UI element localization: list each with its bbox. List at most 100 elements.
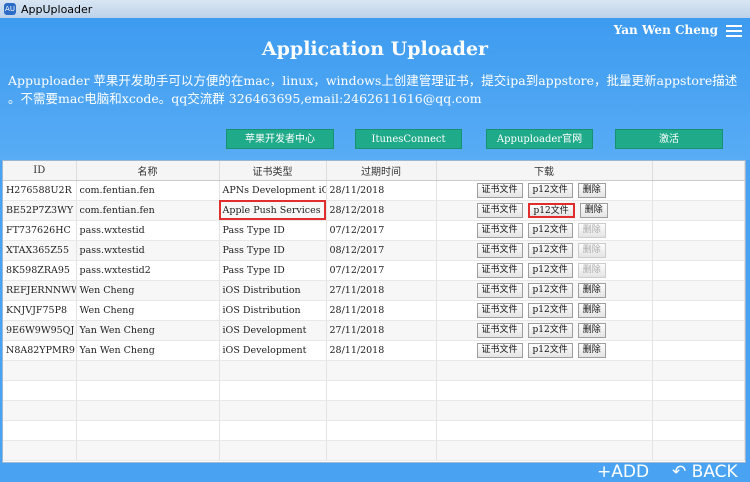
table-row[interactable] [3,380,745,401]
cell-id [3,420,77,441]
table-row[interactable] [3,360,745,381]
cell-name: com.fentian.fen [76,200,220,221]
cell-download: 证书文件 p12文件 删除 [436,180,653,201]
table-row[interactable]: 8K598ZRA95 pass.wxtestid2 Pass Type ID 07/1… [3,260,745,281]
column-header-download[interactable]: 下载 [436,161,653,181]
table-row[interactable]: 9E6W9W95QJ Yan Wen Cheng iOS Development 27… [3,320,745,341]
back-button[interactable]: ↶ BACK [672,463,738,482]
column-header-blank [652,161,745,181]
delete-button[interactable]: 删除 [577,302,606,318]
cell-id: 8K598ZRA95 [3,260,77,281]
download-p12-button[interactable]: p12文件 [527,302,573,318]
cell-expires [326,380,437,401]
back-button-label: BACK [691,462,738,482]
cell-cert-type: iOS Distribution [219,280,327,301]
cell-cert-type [219,380,327,401]
cell-expires [326,420,437,441]
table-row[interactable] [3,440,745,461]
delete-button[interactable]: 删除 [577,322,606,338]
table-row[interactable]: N8A82YPMR9 Yan Wen Cheng iOS Development 28… [3,340,745,361]
cell-download [436,440,653,461]
apple-developer-center-button[interactable]: 苹果开发者中心 [226,129,334,149]
table-row[interactable]: KNJVJF75P8 Wen Cheng iOS Distribution 28/11… [3,300,745,321]
cell-expires: 28/11/2018 [326,180,437,201]
cell-blank [652,200,745,221]
cell-download: 证书文件 p12文件 删除 [436,320,653,341]
table-row[interactable]: XTAX365Z55 pass.wxtestid Pass Type ID 08/12… [3,240,745,261]
cell-blank [652,240,745,261]
download-cert-button[interactable]: 证书文件 [476,242,523,258]
download-cert-button[interactable]: 证书文件 [476,282,523,298]
cell-blank [652,260,745,281]
download-cert-button[interactable]: 证书文件 [476,262,523,278]
column-header-name[interactable]: 名称 [76,161,220,181]
download-cert-button[interactable]: 证书文件 [476,322,523,338]
download-p12-button[interactable]: p12文件 [527,342,573,358]
delete-button[interactable]: 删除 [579,202,608,218]
cell-blank [652,360,745,381]
delete-button[interactable]: 删除 [577,222,606,238]
delete-button[interactable]: 删除 [577,262,606,278]
download-cert-button[interactable]: 证书文件 [476,202,523,218]
itunes-connect-button[interactable]: ItunesConnect [355,129,462,149]
cell-cert-type [219,360,327,381]
download-p12-button[interactable]: p12文件 [527,202,575,218]
window-title: AppUploader [21,2,93,16]
cell-blank [652,280,745,301]
cell-id: N8A82YPMR9 [3,340,77,361]
download-p12-button[interactable]: p12文件 [527,282,573,298]
download-cert-button[interactable]: 证书文件 [476,342,523,358]
cell-cert-type [219,420,327,441]
cell-id [3,400,77,421]
appuploader-website-button[interactable]: Appuploader官网 [486,129,593,149]
download-p12-button[interactable]: p12文件 [527,222,573,238]
column-header-expires[interactable]: 过期时间 [326,161,437,181]
table-row[interactable] [3,420,745,441]
cell-cert-type: iOS Development [219,320,327,341]
delete-button[interactable]: 删除 [577,282,606,298]
cell-download: 证书文件 p12文件 删除 [436,220,653,241]
table-row[interactable]: FT737626HC pass.wxtestid Pass Type ID 07/12… [3,220,745,241]
cell-id: 9E6W9W95QJ [3,320,77,341]
activate-button[interactable]: 激活 [615,129,723,149]
cell-blank [652,380,745,401]
download-p12-button[interactable]: p12文件 [527,182,573,198]
cell-id: BE52P7Z3WY [3,200,77,221]
cell-cert-type: iOS Distribution [219,300,327,321]
add-button[interactable]: +ADD [597,463,649,482]
hamburger-menu-icon[interactable] [726,25,742,37]
download-cert-button[interactable]: 证书文件 [476,302,523,318]
table-row[interactable] [3,400,745,421]
table-row[interactable]: BE52P7Z3WY com.fentian.fen Apple Push Serv… [3,200,745,221]
download-p12-button[interactable]: p12文件 [527,262,573,278]
cell-name: pass.wxtestid [76,220,220,241]
cell-expires: 07/12/2017 [326,260,437,281]
cell-download: 证书文件 p12文件 删除 [436,200,653,221]
cell-download: 证书文件 p12文件 删除 [436,260,653,281]
delete-button[interactable]: 删除 [577,342,606,358]
cell-expires: 28/12/2018 [326,200,437,221]
cell-cert-type: iOS Development [219,340,327,361]
download-cert-button[interactable]: 证书文件 [476,182,523,198]
cell-id: FT737626HC [3,220,77,241]
app-header: Yan Wen Cheng Application Uploader Appup… [0,18,750,160]
cell-name: com.fentian.fen [76,180,220,201]
cell-expires [326,360,437,381]
table-row[interactable]: H276588U2R com.fentian.fen APNs Developmen… [3,180,745,201]
cell-blank [652,420,745,441]
cell-id: KNJVJF75P8 [3,300,77,321]
delete-button[interactable]: 删除 [577,242,606,258]
cell-id: H276588U2R [3,180,77,201]
download-cert-button[interactable]: 证书文件 [476,222,523,238]
table-row[interactable]: REFJERNNWW Wen Cheng iOS Distribution 27/11… [3,280,745,301]
cell-id [3,360,77,381]
cell-name [76,360,220,381]
download-p12-button[interactable]: p12文件 [527,242,573,258]
column-header-id[interactable]: ID [3,161,77,181]
column-header-cert-type[interactable]: 证书类型 [219,161,327,181]
cell-expires: 08/12/2017 [326,240,437,261]
cell-expires: 07/12/2017 [326,220,437,241]
delete-button[interactable]: 删除 [577,182,606,198]
cell-name: pass.wxtestid2 [76,260,220,281]
download-p12-button[interactable]: p12文件 [527,322,573,338]
